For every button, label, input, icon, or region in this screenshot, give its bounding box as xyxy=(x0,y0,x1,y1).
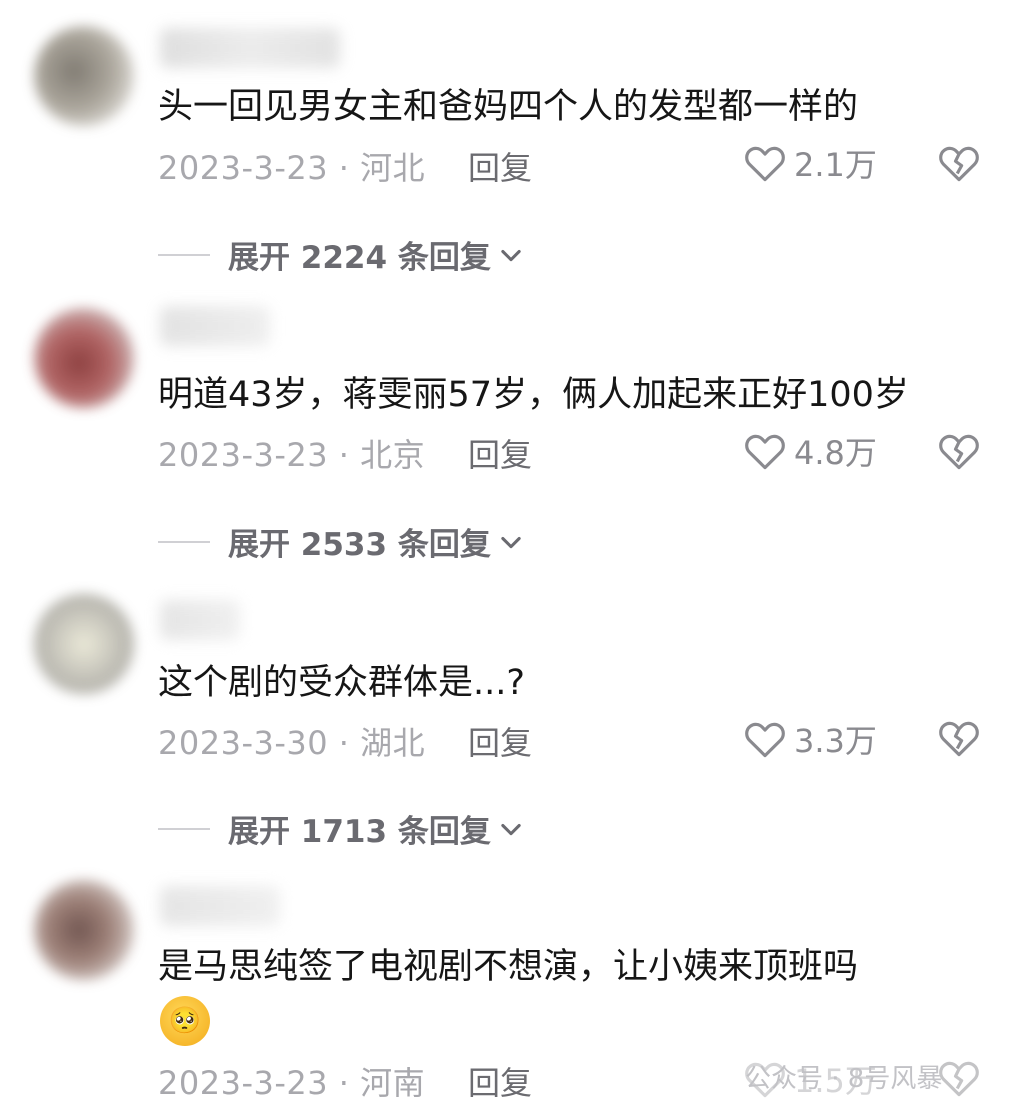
comment-date-location: 2023-3-30 · 湖北 xyxy=(158,724,426,762)
pleading-face-emoji: 🥺 xyxy=(160,996,210,1046)
comment-text: 是马思纯签了电视剧不想演，让小姨来顶班吗 xyxy=(158,947,859,987)
reply-button[interactable]: 回复 xyxy=(468,430,532,476)
heart-outline-icon xyxy=(745,146,785,182)
avatar[interactable] xyxy=(34,594,134,694)
like-button[interactable]: 4.8万 xyxy=(744,428,877,474)
like-button[interactable]: 2.1万 xyxy=(744,140,877,186)
comment-text: 这个剧的受众群体是...? xyxy=(158,663,525,703)
comment-date-location: 2023-3-23 · 河北 xyxy=(158,149,426,187)
username-blurred[interactable] xyxy=(160,600,240,640)
like-button[interactable]: 3.3万 xyxy=(744,716,877,762)
reply-button[interactable]: 回复 xyxy=(468,718,532,764)
comment-date-location: 2023-3-23 · 北京 xyxy=(158,436,426,474)
broken-heart-icon[interactable] xyxy=(938,1057,980,1099)
heart-outline-icon xyxy=(745,434,785,470)
expand-replies-label: 展开 2224 条回复 xyxy=(228,240,491,276)
username-blurred[interactable] xyxy=(160,306,270,346)
chevron-down-icon xyxy=(501,249,521,261)
comment-date-location: 2023-3-23 · 河南 xyxy=(158,1064,426,1102)
divider-line xyxy=(158,540,210,543)
chevron-down-icon xyxy=(501,536,521,548)
like-count: 4.8万 xyxy=(794,434,877,472)
divider-line xyxy=(158,253,210,256)
expand-replies-button[interactable]: 展开 2224 条回复 xyxy=(158,232,525,277)
broken-heart-icon[interactable] xyxy=(938,430,980,472)
expand-replies-button[interactable]: 展开 1713 条回复 xyxy=(158,806,525,851)
username-blurred[interactable] xyxy=(160,886,280,926)
broken-heart-icon[interactable] xyxy=(938,142,980,184)
reply-button[interactable]: 回复 xyxy=(468,1058,532,1104)
watermark: 公众号 · 8号风暴 xyxy=(745,1058,942,1095)
expand-replies-button[interactable]: 展开 2533 条回复 xyxy=(158,519,525,564)
username-blurred[interactable] xyxy=(160,28,340,68)
like-count: 2.1万 xyxy=(794,146,877,184)
watermark-text: 公众号 · 8号风暴 xyxy=(745,1064,943,1094)
reply-button[interactable]: 回复 xyxy=(468,143,532,189)
broken-heart-icon[interactable] xyxy=(938,717,980,759)
avatar[interactable] xyxy=(34,880,134,980)
like-count: 3.3万 xyxy=(794,722,877,760)
expand-replies-label: 展开 1713 条回复 xyxy=(228,814,491,850)
comment-text: 头一回见男女主和爸妈四个人的发型都一样的 xyxy=(158,87,859,127)
comment-text: 明道43岁，蒋雯丽57岁，俩人加起来正好100岁 xyxy=(158,375,909,415)
chevron-down-icon xyxy=(501,823,521,835)
heart-outline-icon xyxy=(745,722,785,758)
avatar[interactable] xyxy=(34,308,134,408)
avatar[interactable] xyxy=(34,26,134,126)
divider-line xyxy=(158,827,210,830)
expand-replies-label: 展开 2533 条回复 xyxy=(228,527,491,563)
